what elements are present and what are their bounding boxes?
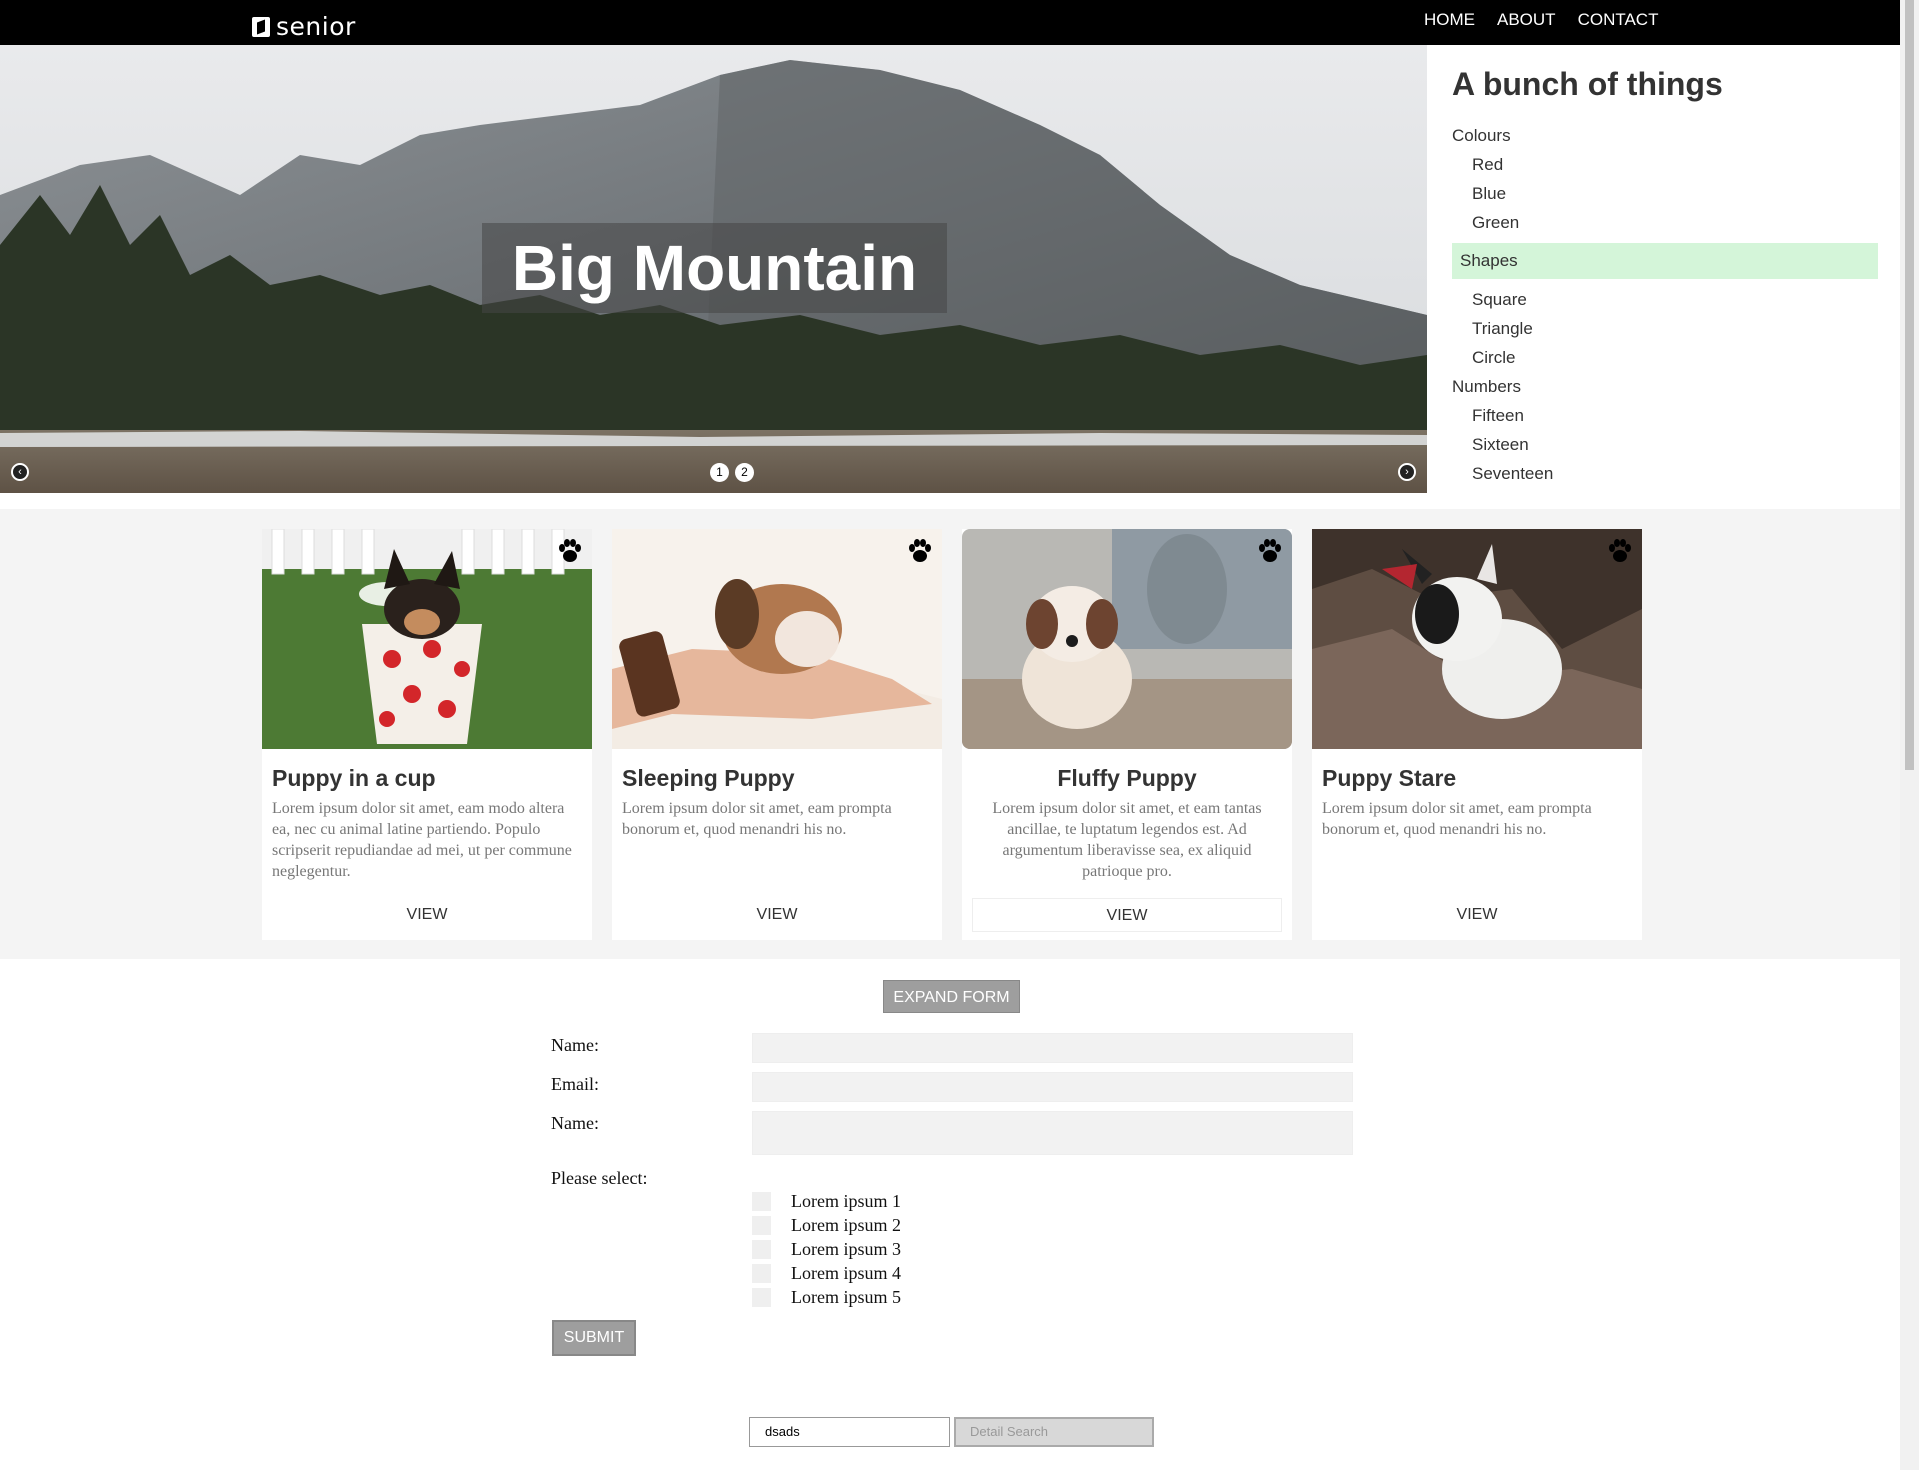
tree-item-square[interactable]: Square	[1452, 285, 1878, 314]
checkbox-option-4[interactable]: Lorem ipsum 4	[752, 1263, 901, 1284]
checkbox-label: Lorem ipsum 5	[791, 1287, 901, 1307]
checkbox-label: Lorem ipsum 1	[791, 1191, 901, 1211]
card-text: Lorem ipsum dolor sit amet, et eam tanta…	[992, 800, 1262, 880]
tree-item-sixteen[interactable]: Sixteen	[1452, 430, 1878, 459]
tree-item-circle[interactable]: Circle	[1452, 343, 1878, 372]
checkbox-option-3[interactable]: Lorem ipsum 3	[752, 1239, 901, 1260]
checkbox-label: Lorem ipsum 2	[791, 1215, 901, 1235]
tree-group-colours[interactable]: Colours	[1452, 121, 1878, 150]
card-text: Lorem ipsum dolor sit amet, eam prompta …	[622, 800, 892, 838]
slider-dot-2[interactable]: 2	[735, 463, 754, 482]
sleeping-puppy-image	[612, 529, 942, 749]
tree-title: A bunch of things	[1452, 66, 1723, 102]
card-title: Puppy Stare	[1322, 765, 1457, 791]
email-input[interactable]	[752, 1072, 1353, 1102]
detail-search-button[interactable]: Detail Search	[954, 1417, 1154, 1447]
tree-group-numbers[interactable]: Numbers	[1452, 372, 1878, 401]
tree-item-red[interactable]: Red	[1452, 150, 1878, 179]
checkbox-label: Lorem ipsum 3	[791, 1239, 901, 1259]
logo[interactable]: senior	[252, 12, 356, 41]
checkbox-option-5[interactable]: Lorem ipsum 5	[752, 1287, 901, 1308]
logo-text: senior	[276, 12, 356, 41]
tree-item-blue[interactable]: Blue	[1452, 179, 1878, 208]
card-text: Lorem ipsum dolor sit amet, eam modo alt…	[272, 800, 572, 880]
checkbox[interactable]	[752, 1216, 771, 1235]
puppy-cup-image	[262, 529, 592, 749]
checkbox[interactable]	[752, 1288, 771, 1307]
expand-form-button[interactable]: EXPAND FORM	[883, 980, 1020, 1013]
card-sleeping-puppy: Sleeping Puppy Lorem ipsum dolor sit ame…	[612, 529, 942, 940]
fluffy-puppy-image	[962, 529, 1292, 749]
hero-slider: Big Mountain ‹ 1 2 ›	[0, 45, 1427, 493]
tree-group-shapes[interactable]: Shapes	[1452, 243, 1878, 279]
name-label: Name:	[551, 1035, 599, 1055]
card-view-button[interactable]: VIEW	[1312, 898, 1642, 932]
checkbox[interactable]	[752, 1240, 771, 1259]
slider-next-icon[interactable]: ›	[1398, 463, 1416, 481]
tree-item-fifteen[interactable]: Fifteen	[1452, 401, 1878, 430]
hero-title: Big Mountain	[511, 232, 918, 304]
page-scrollbar[interactable]	[1900, 0, 1919, 1470]
nav-about[interactable]: ABOUT	[1497, 10, 1556, 30]
slider-dots: 1 2	[710, 463, 772, 482]
slider-dot-1[interactable]: 1	[710, 463, 729, 482]
card-puppy-stare: Puppy Stare Lorem ipsum dolor sit amet, …	[1312, 529, 1642, 940]
main-nav: HOME ABOUT CONTACT	[1424, 10, 1658, 30]
slider-prev-icon[interactable]: ‹	[11, 463, 29, 481]
checkbox[interactable]	[752, 1192, 771, 1211]
card-view-button[interactable]: VIEW	[612, 898, 942, 932]
checkbox-option-2[interactable]: Lorem ipsum 2	[752, 1215, 901, 1236]
card-puppy-in-a-cup: Puppy in a cup Lorem ipsum dolor sit ame…	[262, 529, 592, 940]
card-text: Lorem ipsum dolor sit amet, eam prompta …	[1322, 800, 1592, 838]
name-textarea[interactable]	[752, 1111, 1353, 1155]
email-label: Email:	[551, 1074, 599, 1094]
checkbox-label: Lorem ipsum 4	[791, 1263, 901, 1283]
card-view-button[interactable]: VIEW	[972, 898, 1282, 932]
top-navbar: senior HOME ABOUT CONTACT	[0, 0, 1900, 45]
senior-logo-icon	[252, 16, 270, 37]
nav-home[interactable]: HOME	[1424, 10, 1475, 30]
paw-icon	[1609, 539, 1631, 562]
checkbox[interactable]	[752, 1264, 771, 1283]
tree-item-triangle[interactable]: Triangle	[1452, 314, 1878, 343]
card-fluffy-puppy: Fluffy Puppy Lorem ipsum dolor sit amet,…	[962, 529, 1292, 940]
card-title: Puppy in a cup	[272, 765, 436, 791]
paw-icon	[909, 539, 931, 562]
card-title: Fluffy Puppy	[1057, 765, 1197, 791]
paw-icon	[1259, 539, 1281, 562]
tree-menu: A bunch of things Colours Red Blue Green…	[1452, 66, 1878, 488]
submit-button[interactable]: SUBMIT	[552, 1320, 636, 1356]
checkbox-option-1[interactable]: Lorem ipsum 1	[752, 1191, 901, 1212]
name2-label: Name:	[551, 1113, 599, 1133]
tree-item-green[interactable]: Green	[1452, 208, 1878, 237]
select-label: Please select:	[551, 1168, 648, 1188]
card-view-button[interactable]: VIEW	[262, 898, 592, 932]
nav-contact[interactable]: CONTACT	[1578, 10, 1659, 30]
paw-icon	[559, 539, 581, 562]
search-input[interactable]: dsads	[749, 1417, 950, 1447]
scroll-thumb[interactable]	[1905, 0, 1914, 770]
tree-item-seventeen[interactable]: Seventeen	[1452, 459, 1878, 488]
name-input[interactable]	[752, 1033, 1353, 1063]
puppy-stare-image	[1312, 529, 1642, 749]
card-title: Sleeping Puppy	[622, 765, 795, 791]
hero-caption: Big Mountain	[482, 223, 947, 313]
